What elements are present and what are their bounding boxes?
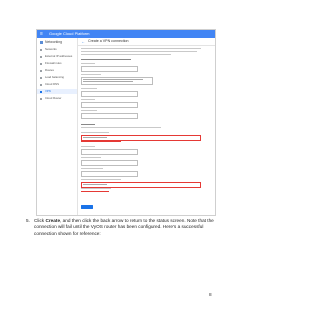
gcp-brand: Google Cloud Platform — [49, 31, 90, 36]
section-heading — [81, 59, 131, 60]
description-text-line — [83, 81, 133, 82]
sidebar-item-label: Load balancing — [45, 75, 64, 79]
sidebar-item-networks[interactable]: Networks — [37, 47, 77, 52]
vpn-form: ← Create a VPN connection — [78, 38, 215, 215]
description-text-line — [83, 79, 143, 80]
router-icon — [40, 97, 42, 100]
field-label — [81, 146, 95, 147]
sidebar-item-label: Cloud DNS — [45, 82, 59, 86]
cancel-button[interactable] — [96, 205, 106, 209]
page-number: 8 — [209, 292, 212, 297]
network-select[interactable] — [81, 91, 138, 97]
sidebar-item-cloud-router[interactable]: Cloud Router — [37, 96, 77, 101]
intro-text-line — [81, 48, 201, 49]
step-text-bold: Create — [45, 218, 61, 223]
field-label — [81, 132, 109, 133]
sidebar-item-firewall[interactable]: Firewall rules — [37, 61, 77, 66]
field-label — [81, 63, 95, 64]
networking-sidebar: Networking Networks External IP addresse… — [37, 38, 78, 215]
field-label — [81, 110, 97, 111]
step-text-before: Click — [34, 218, 46, 223]
sidebar-title: Networking — [45, 40, 62, 44]
routing-options-select[interactable] — [81, 171, 138, 177]
ip-address-select[interactable] — [81, 113, 138, 119]
section-description-line — [81, 127, 161, 128]
region-select[interactable] — [81, 102, 138, 108]
sidebar-item-label: External IP addresses — [45, 54, 73, 58]
shared-secret-input[interactable] — [81, 160, 138, 166]
field-label — [81, 99, 95, 100]
page-header: ← Create a VPN connection — [78, 38, 215, 46]
step-text-after: , and then click the back arrow to retur… — [34, 218, 214, 236]
name-input[interactable] — [81, 66, 138, 72]
sidebar-item-label: Firewall rules — [45, 61, 62, 65]
intro-text-line — [81, 54, 171, 55]
load-balancing-icon — [40, 76, 42, 79]
sidebar-item-external-ip[interactable]: External IP addresses — [37, 54, 77, 59]
sidebar-item-label: Cloud Router — [45, 96, 62, 100]
intro-text-line — [81, 51, 197, 52]
screenshot-create-vpn-connection: ≡ Google Cloud Platform Networking Netwo… — [36, 29, 216, 216]
step-text: Click Create, and then click the back ar… — [34, 218, 226, 237]
section-heading — [81, 124, 95, 125]
step-number: 5. — [26, 218, 30, 223]
field-label — [81, 74, 101, 75]
routes-icon — [40, 69, 42, 72]
vpn-icon — [40, 90, 42, 93]
field-label — [81, 157, 101, 158]
page-title: Create a VPN connection — [88, 39, 129, 43]
gcp-top-bar: ≡ Google Cloud Platform — [37, 30, 215, 38]
menu-icon[interactable]: ≡ — [40, 30, 43, 38]
sidebar-item-label: VPN — [45, 89, 51, 93]
networking-icon — [40, 40, 43, 44]
dns-icon — [40, 83, 42, 86]
back-arrow-icon[interactable]: ← — [81, 39, 85, 44]
ike-version-select[interactable] — [81, 149, 138, 155]
sidebar-item-label: Networks — [45, 47, 57, 51]
field-label — [81, 179, 121, 180]
field-label — [81, 88, 97, 89]
create-button[interactable] — [81, 205, 93, 209]
input-value-line — [83, 184, 107, 185]
sidebar-header: Networking — [40, 40, 62, 44]
sidebar-item-vpn[interactable]: VPN — [37, 89, 77, 94]
ip-icon — [40, 55, 42, 58]
sidebar-item-routes[interactable]: Routes — [37, 68, 77, 73]
input-value-line — [83, 137, 107, 138]
sidebar-item-label: Routes — [45, 68, 54, 72]
field-label — [81, 188, 111, 189]
validation-error — [81, 141, 121, 142]
sidebar-item-load-balancing[interactable]: Load balancing — [37, 75, 77, 80]
firewall-icon — [40, 62, 42, 65]
sidebar-item-cloud-dns[interactable]: Cloud DNS — [37, 82, 77, 87]
validation-error — [81, 191, 109, 192]
field-label — [81, 168, 103, 169]
networks-icon — [40, 48, 42, 51]
